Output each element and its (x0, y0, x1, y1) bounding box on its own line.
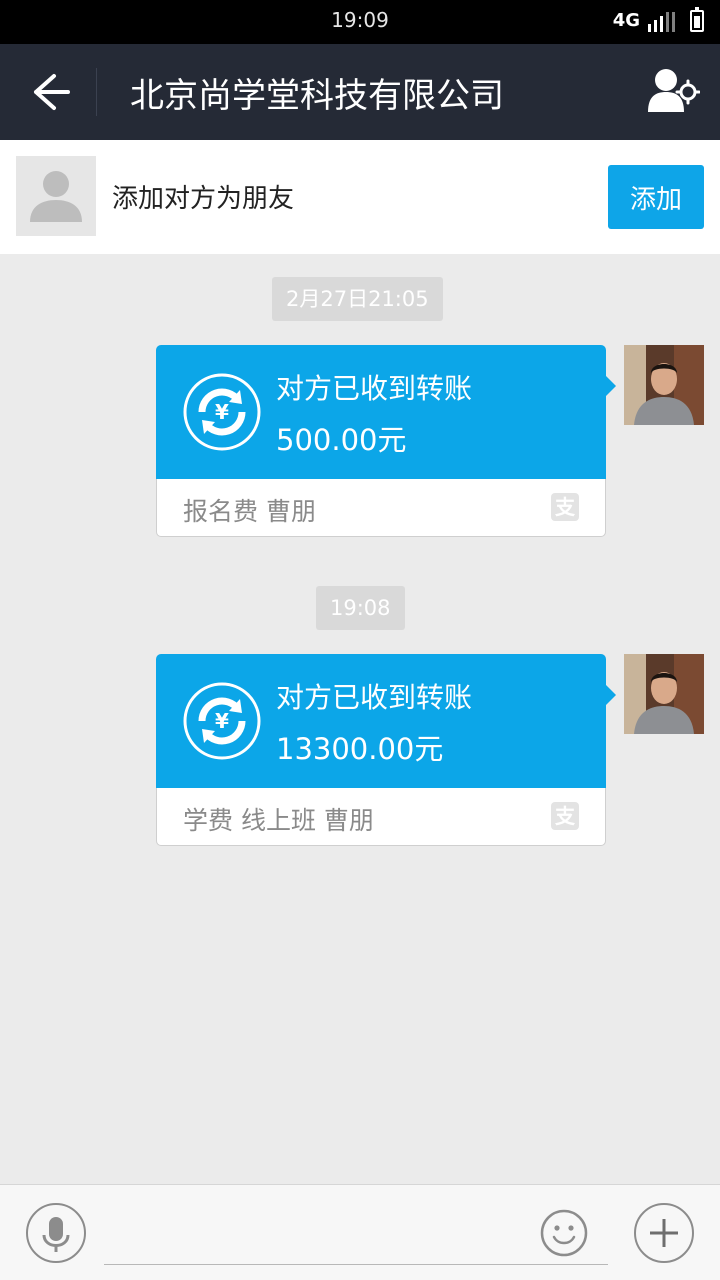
message-timestamp: 2月27日21:05 (272, 277, 443, 321)
transfer-note: 报名费 曹朋 (183, 497, 316, 526)
my-avatar[interactable] (624, 345, 704, 425)
add-friend-button[interactable]: 添加 (608, 165, 704, 229)
chat-header: 北京尚学堂科技有限公司 (0, 44, 720, 140)
alipay-icon: 支 (551, 802, 579, 830)
profile-photo (624, 345, 704, 425)
back-arrow-icon (34, 74, 70, 110)
smiley-icon (540, 1209, 588, 1257)
my-avatar[interactable] (624, 654, 704, 734)
transfer-card-footer: 报名费 曹朋 支 (156, 479, 606, 537)
svg-text:¥: ¥ (215, 400, 229, 424)
transfer-received-icon: ¥ (183, 682, 261, 760)
status-bar: 19:09 4G (0, 0, 720, 44)
message-timestamp: 19:08 (316, 586, 405, 630)
user-settings-icon (648, 69, 701, 112)
voice-input-button[interactable] (26, 1203, 86, 1263)
contact-avatar[interactable] (16, 156, 96, 236)
transfer-card[interactable]: ¥ 对方已收到转账 500.00元 报名费 曹朋 支 (156, 345, 616, 537)
profile-photo (624, 654, 704, 734)
transfer-card-header: ¥ 对方已收到转账 13300.00元 (156, 654, 606, 788)
alipay-icon: 支 (551, 493, 579, 521)
default-user-icon (30, 171, 82, 222)
more-options-button[interactable] (634, 1203, 694, 1263)
microphone-icon (42, 1217, 70, 1252)
chat-settings-button[interactable] (646, 66, 701, 116)
transfer-card[interactable]: ¥ 对方已收到转账 13300.00元 学费 线上班 曹朋 支 (156, 654, 616, 846)
transfer-card-footer: 学费 线上班 曹朋 支 (156, 788, 606, 846)
svg-text:¥: ¥ (215, 709, 229, 733)
header-divider (96, 68, 97, 116)
bubble-tail (605, 684, 616, 706)
add-friend-bar: 添加对方为朋友 添加 (0, 140, 720, 254)
transfer-status: 对方已收到转账 (276, 681, 473, 714)
network-type: 4G (612, 10, 640, 31)
input-bar (0, 1184, 720, 1280)
signal-icon (648, 12, 678, 32)
bubble-tail (605, 375, 616, 397)
add-friend-prompt: 添加对方为朋友 (112, 184, 295, 214)
emoji-button[interactable] (540, 1209, 588, 1257)
transfer-note: 学费 线上班 曹朋 (183, 806, 374, 835)
transfer-card-header: ¥ 对方已收到转账 500.00元 (156, 345, 606, 479)
transfer-status: 对方已收到转账 (276, 372, 473, 405)
plus-icon (650, 1219, 678, 1247)
transfer-received-icon: ¥ (183, 373, 261, 451)
transfer-amount: 500.00元 (276, 423, 407, 457)
chat-title: 北京尚学堂科技有限公司 (130, 76, 504, 116)
message-input[interactable] (104, 1201, 608, 1265)
battery-icon (690, 7, 704, 32)
transfer-amount: 13300.00元 (276, 732, 444, 766)
back-button[interactable] (22, 68, 74, 116)
